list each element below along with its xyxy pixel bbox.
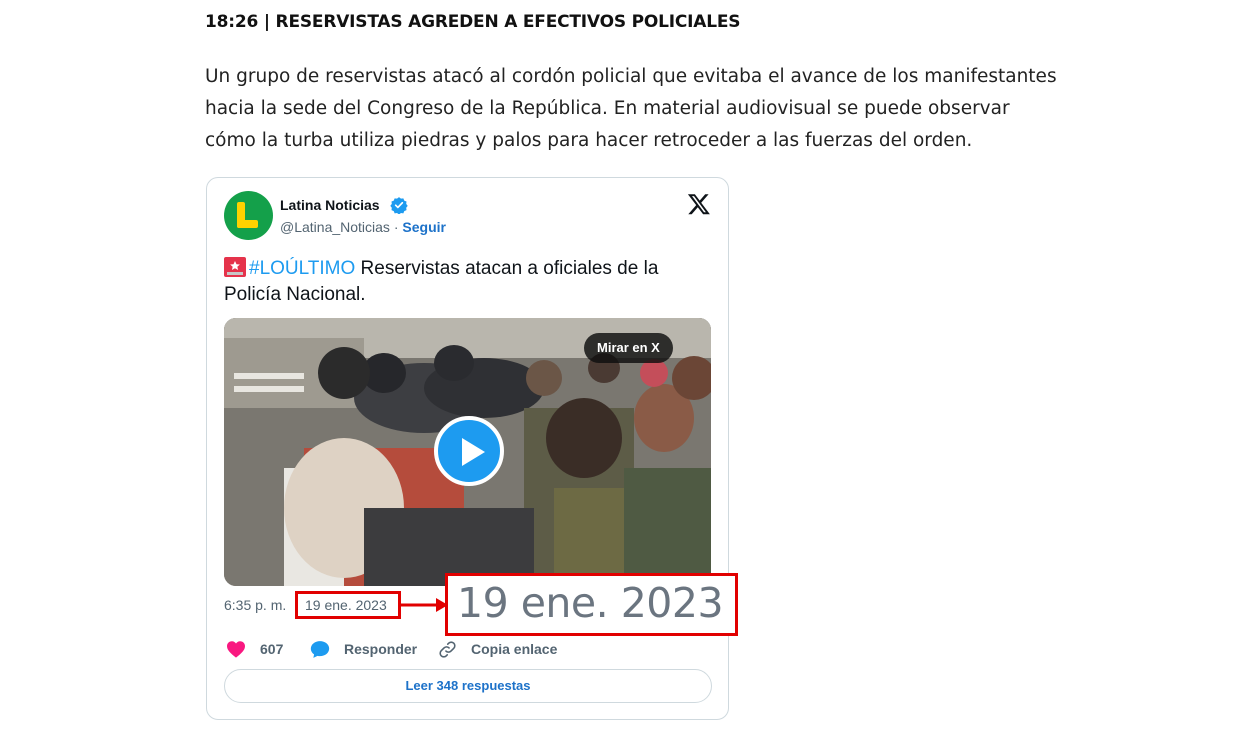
copy-link-button[interactable]: Copia enlace (438, 638, 557, 660)
police-light-icon (224, 257, 246, 277)
handle-row: @Latina_Noticias · Seguir (280, 219, 446, 235)
play-button[interactable] (434, 416, 504, 486)
zoomed-date-text: 19 ene. 2023 (457, 579, 724, 627)
like-button[interactable]: 607 (226, 638, 283, 660)
handle-separator: · (389, 219, 403, 235)
tweet-time[interactable]: 6:35 p. m. (224, 597, 286, 613)
reply-label: Responder (344, 641, 418, 657)
timestamp-row: 6:35 p. m. (224, 597, 286, 613)
hashtag-link[interactable]: #LOÚLTIMO (249, 258, 355, 279)
x-logo-icon[interactable] (687, 192, 711, 216)
article-headline: 18:26 | RESERVISTAS AGREDEN A EFECTIVOS … (205, 12, 741, 32)
link-icon (439, 640, 456, 658)
author-handle[interactable]: @Latina_Noticias (280, 219, 390, 235)
tweet-text: #LOÚLTIMO Reservistas atacan a oficiales… (224, 256, 714, 308)
author-name[interactable]: Latina Noticias (280, 197, 380, 213)
tweet-actions: 607 Responder Copia enlace (224, 638, 714, 660)
red-arrow-icon (400, 598, 448, 612)
reply-button[interactable]: Responder (310, 638, 417, 660)
speech-bubble-icon (310, 640, 330, 658)
avatar[interactable] (224, 191, 273, 240)
video-thumbnail[interactable]: Mirar en X (224, 318, 711, 586)
embedded-tweet[interactable]: Latina Noticias @Latina_Noticias · Segui… (206, 177, 729, 720)
read-replies-button[interactable]: Leer 348 respuestas (224, 669, 712, 703)
follow-link[interactable]: Seguir (402, 219, 446, 235)
copy-link-label: Copia enlace (471, 641, 558, 657)
play-icon (462, 438, 485, 466)
tweet-date[interactable]: 19 ene. 2023 (305, 597, 387, 613)
article-paragraph: Un grupo de reservistas atacó al cordón … (205, 66, 1057, 151)
latina-logo-icon (237, 202, 258, 228)
watch-on-x-button[interactable]: Mirar en X (584, 333, 673, 363)
heart-icon (227, 641, 245, 658)
like-count: 607 (260, 641, 284, 657)
date-highlight-box: 19 ene. 2023 (295, 591, 401, 619)
verified-badge-icon (390, 197, 408, 214)
zoomed-date-callout: 19 ene. 2023 (445, 573, 738, 636)
